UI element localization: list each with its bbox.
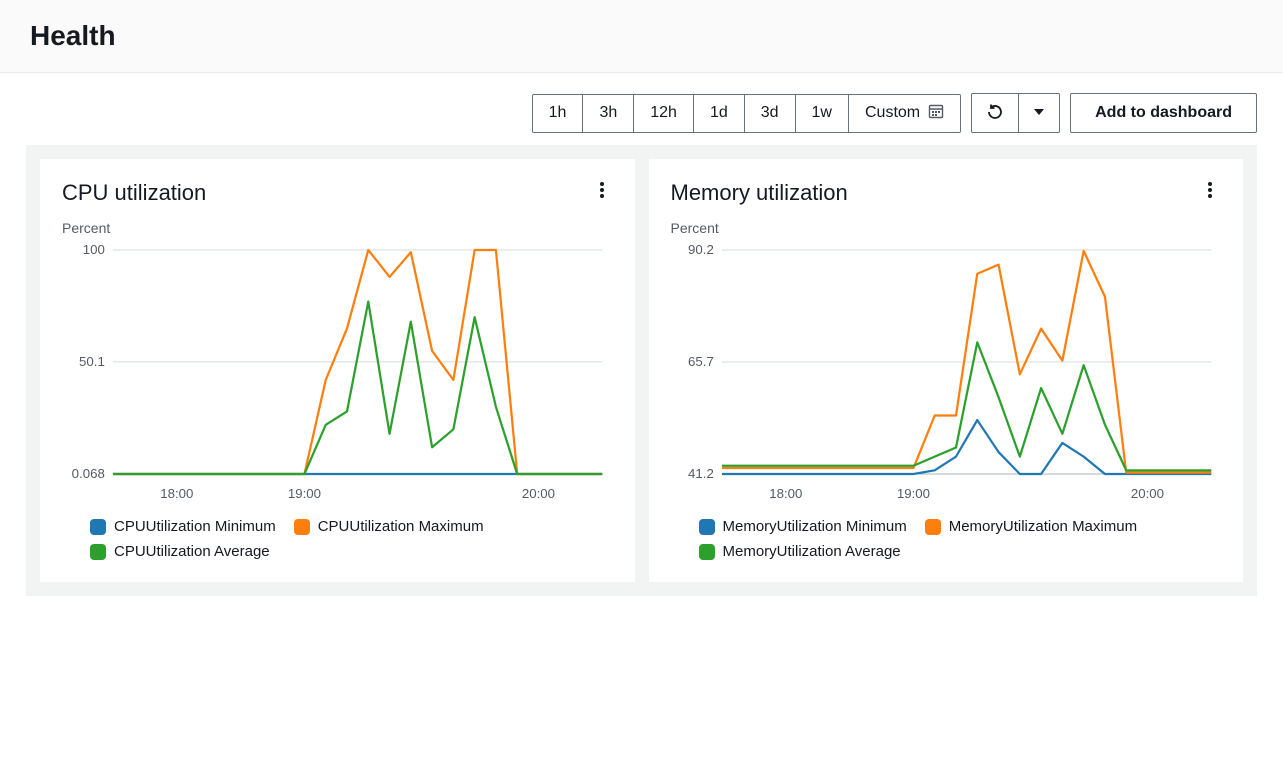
add-to-dashboard-button[interactable]: Add to dashboard — [1070, 93, 1257, 133]
svg-text:20:00: 20:00 — [522, 486, 555, 501]
legend-label: MemoryUtilization Average — [723, 543, 901, 560]
chart-card-memory: Memory utilization Percent 41.2 65.7 90.2 1… — [649, 159, 1244, 582]
chart-plot-cpu: 0.068 50.1 100 18:00 19:00 20:00 — [62, 244, 613, 504]
legend-swatch — [90, 544, 106, 560]
legend-swatch — [90, 519, 106, 535]
ylabel-memory: Percent — [671, 220, 1222, 236]
calendar-icon — [928, 103, 944, 124]
chart-menu-cpu[interactable] — [591, 177, 613, 208]
legend-item[interactable]: CPUUtilization Maximum — [294, 518, 484, 535]
legend-item[interactable]: MemoryUtilization Minimum — [699, 518, 907, 535]
svg-text:0.068: 0.068 — [72, 466, 105, 481]
legend-cpu: CPUUtilization Minimum CPUUtilization Ma… — [62, 518, 613, 560]
refresh-group — [971, 93, 1060, 133]
svg-text:41.2: 41.2 — [688, 466, 714, 481]
legend-label: MemoryUtilization Maximum — [949, 518, 1137, 535]
svg-text:18:00: 18:00 — [769, 486, 802, 501]
legend-item[interactable]: MemoryUtilization Maximum — [925, 518, 1137, 535]
range-3h[interactable]: 3h — [583, 95, 634, 132]
legend-swatch — [699, 519, 715, 535]
chart-title-memory: Memory utilization — [671, 180, 848, 206]
legend-label: CPUUtilization Maximum — [318, 518, 484, 535]
svg-text:65.7: 65.7 — [688, 354, 714, 369]
refresh-button[interactable] — [971, 93, 1019, 133]
legend-item[interactable]: MemoryUtilization Average — [699, 543, 901, 560]
range-1d[interactable]: 1d — [694, 95, 745, 132]
legend-label: CPUUtilization Minimum — [114, 518, 276, 535]
caret-down-icon — [1033, 106, 1045, 121]
chart-panels: CPU utilization Percent 0.068 50.1 100 18:0… — [26, 145, 1257, 596]
svg-text:19:00: 19:00 — [896, 486, 929, 501]
time-range-group: 1h 3h 12h 1d 3d 1w Custom — [532, 94, 961, 133]
svg-text:20:00: 20:00 — [1130, 486, 1163, 501]
range-custom[interactable]: Custom — [849, 95, 960, 132]
svg-text:18:00: 18:00 — [160, 486, 193, 501]
range-3d[interactable]: 3d — [745, 95, 796, 132]
svg-text:90.2: 90.2 — [688, 244, 714, 257]
range-custom-label: Custom — [865, 104, 920, 122]
chart-card-cpu: CPU utilization Percent 0.068 50.1 100 18:0… — [40, 159, 635, 582]
legend-item[interactable]: CPUUtilization Minimum — [90, 518, 276, 535]
legend-item[interactable]: CPUUtilization Average — [90, 543, 270, 560]
legend-swatch — [925, 519, 941, 535]
range-12h[interactable]: 12h — [634, 95, 694, 132]
ylabel-cpu: Percent — [62, 220, 613, 236]
svg-text:100: 100 — [83, 244, 105, 257]
toolbar: 1h 3h 12h 1d 3d 1w Custom — [26, 73, 1257, 145]
legend-swatch — [294, 519, 310, 535]
kebab-icon — [1207, 186, 1213, 203]
svg-text:19:00: 19:00 — [288, 486, 321, 501]
legend-label: CPUUtilization Average — [114, 543, 270, 560]
range-1w[interactable]: 1w — [796, 95, 849, 132]
legend-label: MemoryUtilization Minimum — [723, 518, 907, 535]
chart-plot-memory: 41.2 65.7 90.2 18:00 19:00 20:00 — [671, 244, 1222, 504]
kebab-icon — [599, 186, 605, 203]
legend-swatch — [699, 544, 715, 560]
refresh-icon — [986, 103, 1004, 124]
refresh-options-button[interactable] — [1019, 93, 1060, 133]
svg-text:50.1: 50.1 — [79, 354, 105, 369]
legend-memory: MemoryUtilization Minimum MemoryUtilizat… — [671, 518, 1222, 560]
page-title: Health — [30, 20, 1253, 52]
chart-title-cpu: CPU utilization — [62, 180, 206, 206]
range-1h[interactable]: 1h — [533, 95, 584, 132]
chart-menu-memory[interactable] — [1199, 177, 1221, 208]
